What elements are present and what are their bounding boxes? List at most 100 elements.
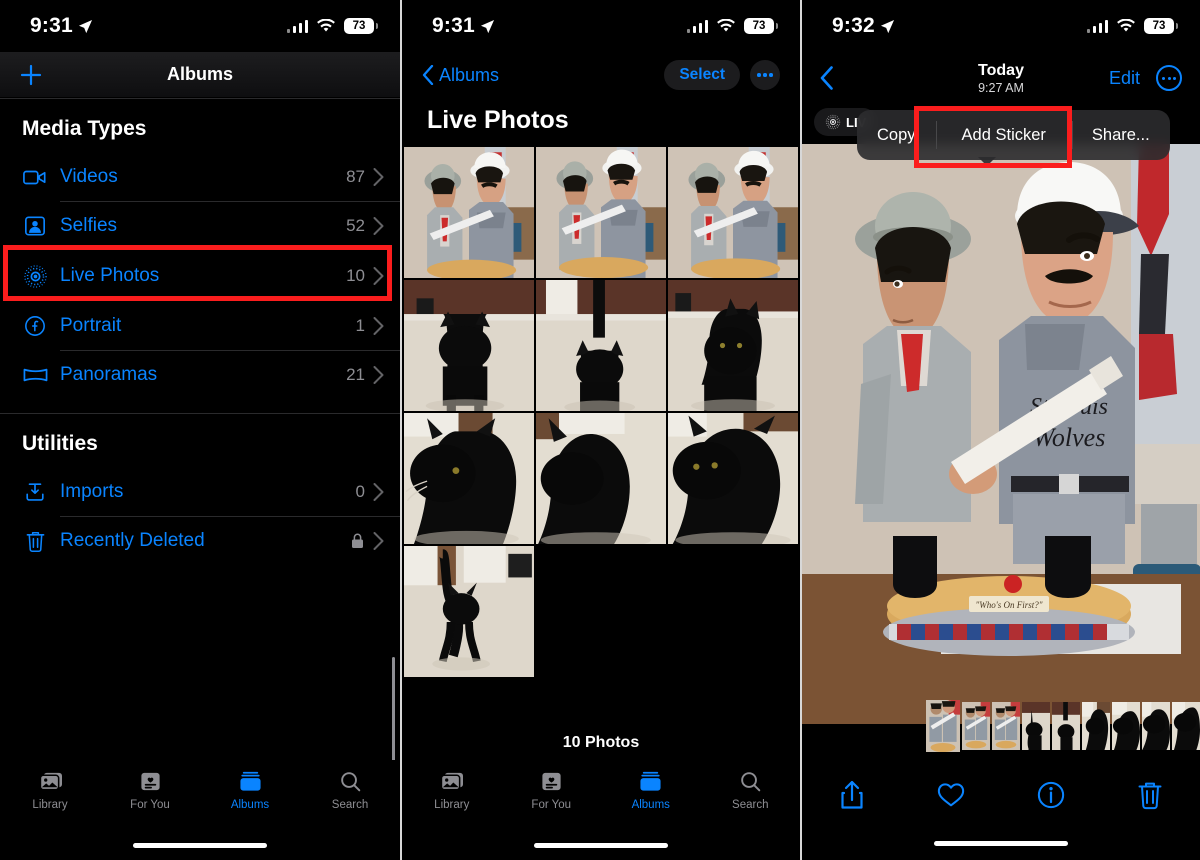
grid-thumb[interactable] [536,413,666,544]
tab-for-you[interactable]: For You [502,768,602,828]
share-button[interactable] [802,780,902,810]
tab-label: Search [331,799,369,811]
menu-item-share[interactable]: Share... [1071,110,1170,160]
grid-thumb[interactable] [668,413,798,544]
sidebar-item-panoramas[interactable]: Panoramas 21 [0,351,400,399]
sidebar-item-live-photos[interactable]: Live Photos 10 [0,250,400,302]
panel-live-photos-album: 9:31 73 Albums Select Live Photos 10 Pho… [400,0,800,860]
albums-stack-icon [236,768,264,794]
back-button[interactable]: Albums [422,65,499,86]
status-bar-right: 73 [686,18,778,34]
portrait-f-icon [22,313,48,339]
filmstrip-thumb[interactable] [992,702,1020,750]
grid-thumb[interactable] [668,280,798,411]
tab-albums[interactable]: Albums [200,768,300,828]
filmstrip-thumb[interactable] [1112,702,1140,750]
sidebar-item-imports[interactable]: Imports 0 [0,468,400,516]
tab-label: For You [130,799,170,811]
filmstrip-thumb[interactable] [1022,702,1050,750]
grid-thumb[interactable] [536,147,666,278]
tab-label: Library [434,799,470,811]
back-label: Albums [439,64,500,85]
ellipsis-circle-icon[interactable] [1156,65,1182,91]
sidebar-item-recently-deleted[interactable]: Recently Deleted [0,517,400,565]
cellular-bars-icon [1086,19,1108,33]
grid-thumb[interactable] [404,413,534,544]
tab-bar: Library For You Albums Search [402,760,800,860]
status-bar: 9:32 73 [802,0,1200,52]
import-tray-icon [22,479,48,505]
grid-thumb[interactable] [536,280,666,411]
tab-albums[interactable]: Albums [601,768,701,828]
status-bar: 9:31 73 [0,0,400,52]
ellipsis-icon[interactable] [750,60,780,90]
battery-indicator: 73 [744,18,778,34]
cellular-bars-icon [286,19,308,33]
tab-search[interactable]: Search [701,768,801,828]
plus-icon[interactable] [18,62,44,88]
tab-search[interactable]: Search [300,768,400,828]
status-bar-right: 73 [1086,18,1178,34]
photo-filmstrip[interactable] [802,700,1200,752]
sidebar-item-label: Live Photos [60,265,160,286]
filmstrip-thumb[interactable] [1142,702,1170,750]
menu-item-add-sticker[interactable]: Add Sticker [935,110,1072,160]
filmstrip-thumb[interactable] [1052,702,1080,750]
tab-label: For You [531,799,572,811]
grid-thumb[interactable] [404,147,534,278]
info-button[interactable] [1001,780,1101,810]
chevron-right-icon [373,168,384,186]
svg-text:"Who's On First?": "Who's On First?" [976,600,1043,610]
sidebar-item-label: Recently Deleted [60,530,205,551]
chevron-left-icon [422,65,434,85]
nav-bar: Albums Select [402,52,800,98]
albums-header: Albums [0,52,400,97]
battery-level: 73 [1152,20,1166,32]
grid-thumb[interactable] [404,546,534,677]
search-icon [336,768,364,794]
panel-albums-list: 9:31 73 Albums Media Types Videos 87 Sel… [0,0,400,860]
page-title: Albums [166,64,233,84]
tab-for-you[interactable]: For You [100,768,200,828]
heart-icon [938,783,965,807]
edit-button[interactable]: Edit [1109,68,1140,89]
select-button[interactable]: Select [664,60,740,90]
chevron-right-icon [373,317,384,335]
section-title-media-types: Media Types [22,117,147,140]
item-count: 0 [355,482,365,501]
selfie-person-icon [22,213,48,239]
photo-grid [402,147,800,677]
item-count: 1 [355,316,365,335]
filmstrip-thumb[interactable] [1172,702,1200,750]
grid-thumb[interactable] [668,147,798,278]
sidebar-item-label: Selfies [60,215,118,236]
sidebar-item-videos[interactable]: Videos 87 [0,153,400,201]
favorite-button[interactable] [902,780,1002,810]
wifi-icon [317,19,335,32]
home-indicator [934,841,1068,846]
photo-toolbar [802,772,1200,818]
albums-stack-icon [637,768,665,794]
sidebar-item-label: Panoramas [60,364,158,385]
filmstrip-thumb[interactable] [926,700,960,752]
panorama-icon [22,362,48,388]
tab-library[interactable]: Library [0,768,100,828]
chevron-right-icon [373,217,384,235]
trash-icon [1138,782,1162,810]
sidebar-item-portrait[interactable]: Portrait 1 [0,302,400,350]
battery-indicator: 73 [344,18,378,34]
home-indicator [133,843,267,848]
for-you-heart-icon [537,768,565,794]
menu-item-copy[interactable]: Copy [857,110,936,160]
filmstrip-thumb[interactable] [1082,702,1110,750]
sidebar-item-selfies[interactable]: Selfies 52 [0,202,400,250]
delete-button[interactable] [1101,780,1200,810]
tab-library[interactable]: Library [402,768,502,828]
nav-bar-right: Select [664,60,780,90]
photo-viewer[interactable]: JBL [802,144,1200,724]
grid-thumb[interactable] [404,280,534,411]
chevron-left-icon[interactable] [820,66,834,90]
status-time: 9:32 [832,14,875,37]
tab-label: Albums [631,799,670,811]
filmstrip-thumb[interactable] [962,702,990,750]
